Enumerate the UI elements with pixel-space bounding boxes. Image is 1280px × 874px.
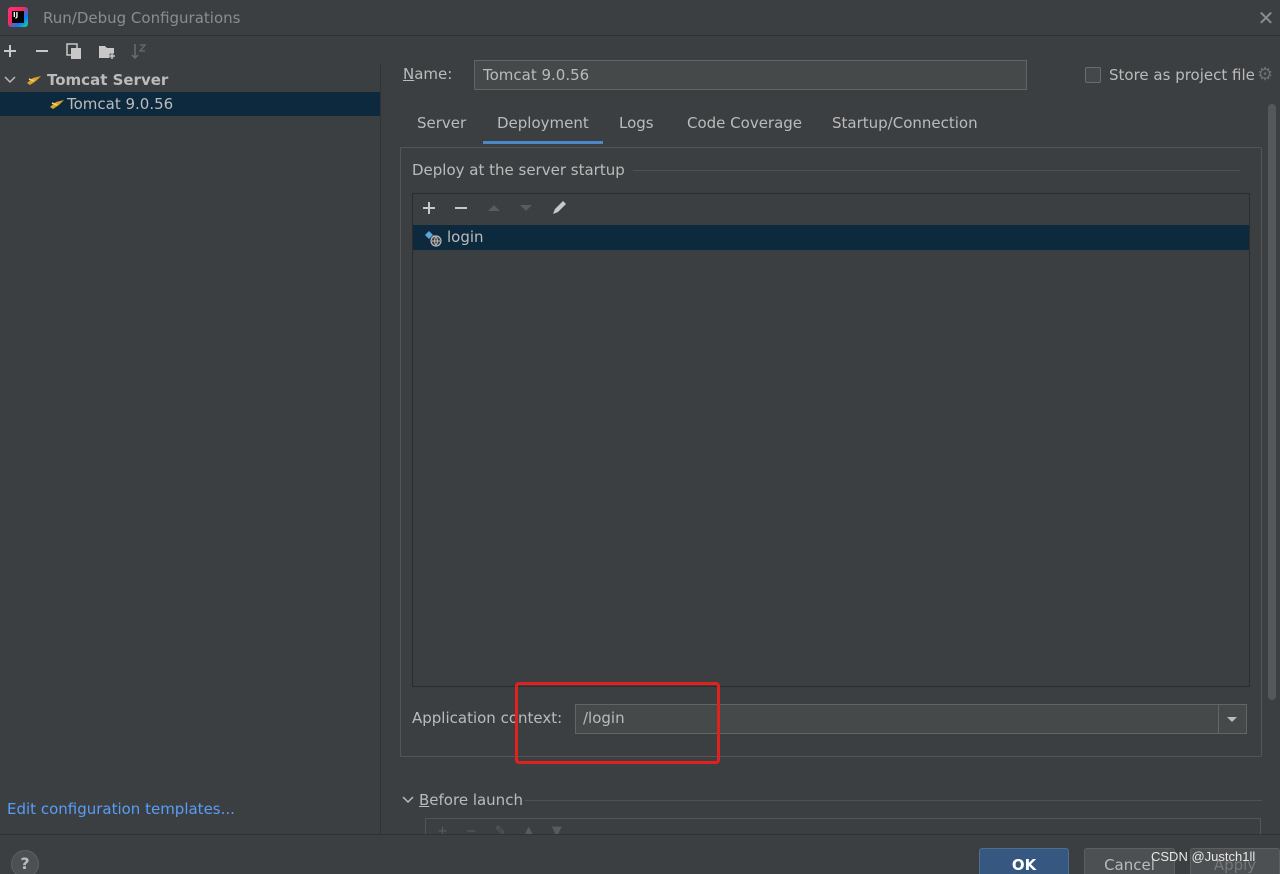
store-as-project-file-label[interactable]: Store as project file: [1109, 66, 1255, 84]
tomcat-icon: [50, 100, 64, 109]
move-down-icon[interactable]: ▼: [552, 824, 580, 834]
remove-artifact-icon[interactable]: [450, 197, 472, 219]
tree-group-tomcat-server[interactable]: Tomcat Server: [0, 68, 380, 92]
list-item[interactable]: [413, 225, 1249, 250]
plus-icon[interactable]: +: [437, 824, 466, 834]
group-separator: [622, 170, 1240, 171]
before-launch-separator: [525, 800, 1262, 801]
tab-startup-connection[interactable]: Startup/Connection: [818, 104, 992, 144]
tree-group-label: Tomcat Server: [47, 71, 169, 89]
move-up-icon[interactable]: ▲: [524, 824, 552, 834]
configurations-toolbar: [0, 37, 380, 65]
name-input[interactable]: [474, 60, 1027, 90]
tomcat-icon: [27, 76, 41, 85]
tree-item-label: Tomcat 9.0.56: [67, 95, 174, 113]
minus-icon[interactable]: −: [466, 824, 495, 834]
help-button[interactable]: ?: [11, 850, 39, 874]
dropdown-arrow-icon[interactable]: [1224, 711, 1240, 727]
close-icon[interactable]: ✕: [1256, 8, 1276, 28]
minus-icon[interactable]: [32, 41, 52, 61]
red-highlight-annotation: [515, 682, 720, 764]
chevron-down-icon[interactable]: [3, 73, 17, 87]
deploy-section-title: Deploy at the server startup: [412, 161, 633, 179]
gear-icon[interactable]: ⚙: [1257, 66, 1275, 84]
tab-server[interactable]: Server: [403, 104, 480, 144]
edit-configuration-templates-link[interactable]: Edit configuration templates...: [7, 800, 235, 818]
ok-button[interactable]: OK: [979, 848, 1069, 874]
sort-icon[interactable]: [129, 41, 149, 61]
edit-pencil-icon[interactable]: [548, 197, 570, 219]
tree-item-tomcat-9[interactable]: Tomcat 9.0.56: [0, 92, 380, 116]
artifact-list-toolbar: [413, 194, 1249, 222]
store-as-project-file-checkbox[interactable]: [1085, 67, 1101, 83]
chevron-down-icon[interactable]: [402, 794, 414, 806]
vertical-scrollbar[interactable]: [1268, 104, 1276, 700]
watermark-text: CSDN @Justch1ll: [1151, 849, 1256, 864]
artifact-list[interactable]: [412, 193, 1250, 687]
tab-code-coverage[interactable]: Code Coverage: [673, 104, 816, 144]
window-title: Run/Debug Configurations: [43, 9, 241, 27]
plus-icon[interactable]: [0, 41, 20, 61]
move-up-icon[interactable]: [483, 197, 505, 219]
combobox-divider: [1218, 705, 1219, 733]
tab-deployment[interactable]: Deployment: [483, 104, 603, 144]
folder-add-icon[interactable]: [97, 41, 117, 61]
artifact-label: login: [447, 228, 484, 246]
intellij-app-icon: IJ: [8, 7, 28, 27]
before-launch-label[interactable]: Before launch: [419, 791, 523, 809]
name-label: Name:: [403, 65, 453, 83]
add-artifact-icon[interactable]: [418, 197, 440, 219]
web-artifact-icon: [425, 231, 442, 247]
before-launch-toolbar: +−✎▲▼: [437, 824, 597, 834]
configurations-tree: Tomcat Server Tomcat 9.0.56: [0, 65, 381, 834]
tab-logs[interactable]: Logs: [605, 104, 668, 144]
copy-icon[interactable]: [64, 41, 84, 61]
edit-pencil-icon[interactable]: ✎: [495, 824, 524, 834]
move-down-icon[interactable]: [515, 197, 537, 219]
